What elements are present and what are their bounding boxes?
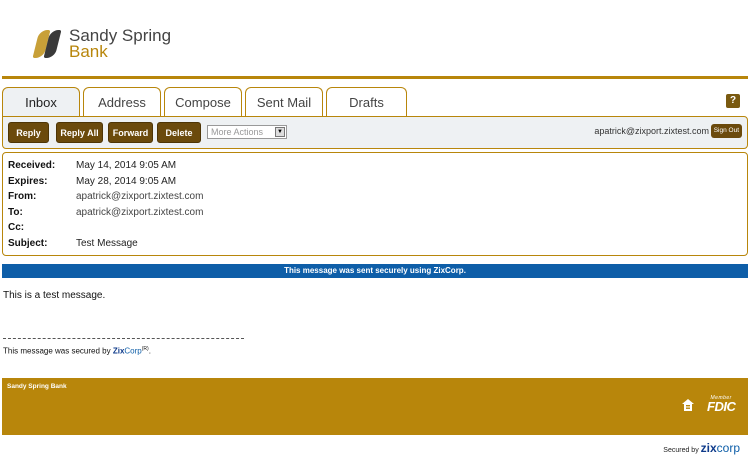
secure-banner-zix: Zix — [433, 266, 446, 275]
secure-banner-text: This message was sent securely using — [284, 266, 434, 275]
tab-drafts[interactable]: Drafts — [326, 87, 407, 117]
from-row: From: apatrick@zixport.zixtest.com — [3, 191, 747, 207]
expires-value: May 28, 2014 9:05 AM — [76, 175, 177, 187]
bank-logo: Sandy Spring Bank — [32, 27, 171, 61]
zixcorp-logo-corp: corp — [716, 441, 740, 455]
reply-button[interactable]: Reply — [8, 122, 49, 143]
fdic-logo: Member FDIC — [707, 395, 736, 414]
zixcorp-logo-zix: zix — [700, 441, 717, 455]
help-icon[interactable]: ? — [726, 94, 740, 108]
cc-label: Cc: — [8, 222, 25, 233]
subject-label: Subject: — [8, 237, 48, 249]
message-header: Received: May 14, 2014 9:05 AM Expires: … — [2, 152, 748, 256]
message-toolbar: Reply Reply All Forward Delete More Acti… — [2, 116, 748, 149]
logo-text-line2: Bank — [69, 42, 108, 61]
secured-by-label: Secured by — [663, 447, 701, 454]
secure-banner-corp: Corp — [445, 266, 464, 275]
delete-button[interactable]: Delete — [157, 122, 201, 143]
cc-row: Cc: — [3, 222, 747, 238]
from-label: From: — [8, 191, 37, 202]
secured-note-text: This message was secured by — [3, 346, 113, 356]
more-actions-value: More Actions — [211, 127, 264, 137]
received-label: Received: — [8, 160, 56, 171]
secured-by-zixcorp: Secured by zixcorp — [663, 441, 740, 455]
secured-note-end: . — [148, 346, 151, 356]
signature-divider — [3, 338, 244, 339]
tab-compose[interactable]: Compose — [164, 87, 242, 117]
bank-logo-icon — [32, 29, 63, 59]
subject-value: Test Message — [76, 237, 138, 249]
tab-inbox[interactable]: Inbox — [2, 87, 80, 117]
tab-address[interactable]: Address — [83, 87, 161, 117]
secured-by-note: This message was secured by ZixCorp(R). — [3, 346, 151, 356]
secure-banner: This message was sent securely using Zix… — [2, 264, 748, 278]
expires-row: Expires: May 28, 2014 9:05 AM — [3, 176, 747, 192]
tab-sent-mail[interactable]: Sent Mail — [245, 87, 323, 117]
main-tabs: Inbox Address Compose Sent Mail Drafts — [2, 87, 410, 117]
reply-all-button[interactable]: Reply All — [56, 122, 103, 143]
received-row: Received: May 14, 2014 9:05 AM — [3, 160, 747, 176]
from-value: apatrick@zixport.zixtest.com — [76, 191, 204, 202]
header-divider — [2, 76, 748, 79]
to-row: To: apatrick@zixport.zixtest.com — [3, 207, 747, 223]
secured-note-zix: Zix — [112, 346, 125, 356]
to-label: To: — [8, 206, 23, 218]
registered-mark: (R) — [141, 346, 149, 352]
footer-bank-name: Sandy Spring Bank — [7, 383, 67, 390]
received-value: May 14, 2014 9:05 AM — [76, 160, 177, 171]
fdic-text: FDIC — [707, 399, 736, 414]
more-actions-select[interactable]: More Actions ▼ — [207, 125, 287, 139]
user-email: apatrick@zixport.zixtest.com — [594, 126, 709, 136]
to-value: apatrick@zixport.zixtest.com — [76, 206, 204, 218]
equal-housing-lender-icon — [682, 399, 694, 411]
subject-row: Subject: Test Message — [3, 238, 747, 254]
forward-button[interactable]: Forward — [108, 122, 153, 143]
page-footer: Sandy Spring Bank Member FDIC — [2, 378, 748, 435]
message-body: This is a test message. — [3, 290, 106, 301]
expires-label: Expires: — [8, 175, 48, 187]
secure-banner-end: . — [463, 266, 466, 275]
secured-note-corp: Corp — [124, 346, 142, 356]
sign-out-button[interactable]: Sign Out — [710, 124, 742, 138]
dropdown-arrow-icon[interactable]: ▼ — [275, 127, 285, 137]
